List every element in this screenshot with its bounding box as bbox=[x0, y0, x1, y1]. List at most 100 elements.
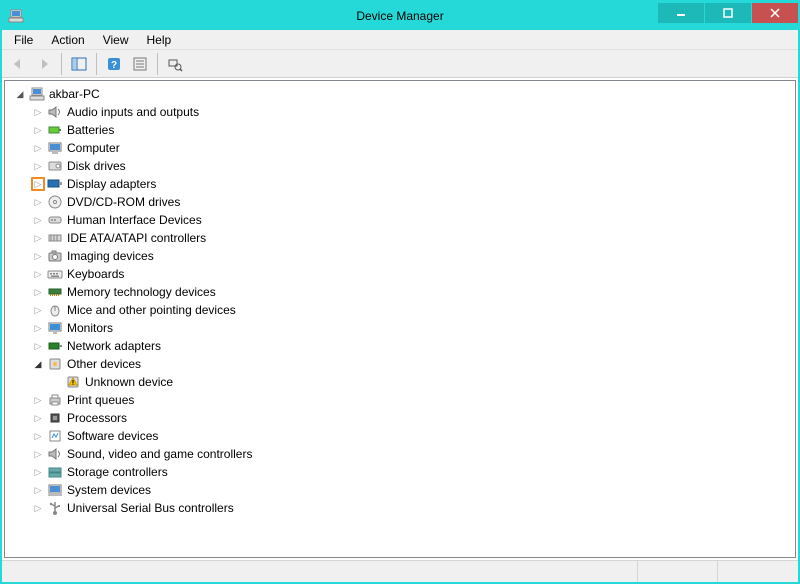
tree-item-label: Monitors bbox=[67, 321, 119, 335]
svg-text:?: ? bbox=[111, 60, 117, 71]
minimize-button[interactable] bbox=[658, 3, 704, 23]
tree-root-node[interactable]: ◢ akbar-PC bbox=[7, 85, 793, 103]
menu-view[interactable]: View bbox=[95, 32, 137, 48]
tree-item-label: Memory technology devices bbox=[67, 285, 222, 299]
tree-item-other[interactable]: ◢Other devices bbox=[7, 355, 793, 373]
tree-item-ide[interactable]: ▷ IDE ATA/ATAPI controllers bbox=[7, 229, 793, 247]
tree-item-mice[interactable]: ▷Mice and other pointing devices bbox=[7, 301, 793, 319]
spacer bbox=[49, 375, 63, 389]
tree-item-label: IDE ATA/ATAPI controllers bbox=[67, 231, 212, 245]
tree-item-label: Software devices bbox=[67, 429, 164, 443]
tree-item-label: Batteries bbox=[67, 123, 120, 137]
device-tree[interactable]: ◢akbar-PC▷Audio inputs and outputs▷Batte… bbox=[4, 80, 796, 558]
expand-icon[interactable]: ▷ bbox=[31, 195, 45, 209]
help-icon: ? bbox=[106, 56, 122, 72]
forward-button[interactable] bbox=[32, 52, 56, 76]
expand-icon[interactable]: ▷ bbox=[31, 267, 45, 281]
tree-item-label: Universal Serial Bus controllers bbox=[67, 501, 240, 515]
tree-item-sound[interactable]: ▷ Sound, video and game controllers bbox=[7, 445, 793, 463]
menu-help[interactable]: Help bbox=[139, 32, 180, 48]
ide-icon bbox=[47, 230, 63, 246]
tree-item-label: Storage controllers bbox=[67, 465, 174, 479]
window-controls bbox=[658, 5, 798, 27]
tree-item-monitors[interactable]: ▷ Monitors bbox=[7, 319, 793, 337]
collapse-icon[interactable]: ◢ bbox=[13, 87, 27, 101]
expand-icon[interactable]: ▷ bbox=[31, 213, 45, 227]
tree-item-disk[interactable]: ▷Disk drives bbox=[7, 157, 793, 175]
other-devices-icon bbox=[47, 356, 63, 372]
expand-icon[interactable]: ▷ bbox=[31, 447, 45, 461]
expand-icon[interactable]: ▷ bbox=[31, 321, 45, 335]
maximize-button[interactable] bbox=[705, 3, 751, 23]
status-cell bbox=[2, 561, 638, 582]
tree-item-label: Human Interface Devices bbox=[67, 213, 208, 227]
properties-icon bbox=[132, 56, 148, 72]
titlebar[interactable]: Device Manager bbox=[2, 2, 798, 30]
tree-item-computer[interactable]: ▷ Computer bbox=[7, 139, 793, 157]
status-cell bbox=[718, 561, 798, 582]
expand-icon[interactable]: ▷ bbox=[31, 411, 45, 425]
tree-item-display[interactable]: ▷Display adapters bbox=[7, 175, 793, 193]
tree-item-dvd[interactable]: ▷DVD/CD-ROM drives bbox=[7, 193, 793, 211]
tree-item-memtech[interactable]: ▷ Memory technology devices bbox=[7, 283, 793, 301]
scan-icon bbox=[167, 56, 183, 72]
tree-item-network[interactable]: ▷Network adapters bbox=[7, 337, 793, 355]
cpu-icon bbox=[47, 410, 63, 426]
tree-item-keyboards[interactable]: ▷Keyboards bbox=[7, 265, 793, 283]
speaker-icon bbox=[47, 104, 63, 120]
expand-icon[interactable]: ▷ bbox=[31, 177, 45, 191]
tree-item-label: Processors bbox=[67, 411, 133, 425]
computer-root-icon bbox=[29, 86, 45, 102]
expand-icon[interactable]: ▷ bbox=[31, 123, 45, 137]
printer-icon bbox=[47, 392, 63, 408]
speaker-icon bbox=[47, 446, 63, 462]
expand-icon[interactable]: ▷ bbox=[31, 429, 45, 443]
tree-item-storage[interactable]: ▷ Storage controllers bbox=[7, 463, 793, 481]
tree-item-software[interactable]: ▷ Software devices bbox=[7, 427, 793, 445]
expand-icon[interactable]: ▷ bbox=[31, 231, 45, 245]
properties-button[interactable] bbox=[128, 52, 152, 76]
tree-item-audio[interactable]: ▷Audio inputs and outputs bbox=[7, 103, 793, 121]
network-icon bbox=[47, 338, 63, 354]
usb-icon bbox=[47, 500, 63, 516]
expand-icon[interactable]: ▷ bbox=[31, 465, 45, 479]
back-button[interactable] bbox=[6, 52, 30, 76]
system-icon bbox=[47, 482, 63, 498]
body-area: ◢akbar-PC▷Audio inputs and outputs▷Batte… bbox=[2, 78, 798, 560]
expand-icon[interactable]: ▷ bbox=[31, 141, 45, 155]
tree-item-system[interactable]: ▷System devices bbox=[7, 481, 793, 499]
tree-item-printq[interactable]: ▷Print queues bbox=[7, 391, 793, 409]
expand-icon[interactable]: ▷ bbox=[31, 159, 45, 173]
close-button[interactable] bbox=[752, 3, 798, 23]
expand-icon[interactable]: ▷ bbox=[31, 393, 45, 407]
tree-item-hid[interactable]: ▷ Human Interface Devices bbox=[7, 211, 793, 229]
device-manager-window: Device Manager File Action View Help bbox=[0, 0, 800, 584]
expand-icon[interactable]: ▷ bbox=[31, 339, 45, 353]
tree-item-batteries[interactable]: ▷ Batteries bbox=[7, 121, 793, 139]
expand-icon[interactable]: ▷ bbox=[31, 249, 45, 263]
expand-icon[interactable]: ▷ bbox=[31, 303, 45, 317]
tree-root-label: akbar-PC bbox=[49, 87, 106, 101]
toolbar-separator bbox=[157, 53, 158, 75]
menu-file[interactable]: File bbox=[6, 32, 41, 48]
tree-item-processors[interactable]: ▷ Processors bbox=[7, 409, 793, 427]
tree-item-imaging[interactable]: ▷Imaging devices bbox=[7, 247, 793, 265]
expand-icon[interactable]: ▷ bbox=[31, 105, 45, 119]
expand-icon[interactable]: ▷ bbox=[31, 483, 45, 497]
statusbar bbox=[2, 560, 798, 582]
tree-item-unknown[interactable]: Unknown device bbox=[7, 373, 793, 391]
tree-item-label: Unknown device bbox=[85, 375, 179, 389]
tree-item-usb[interactable]: ▷ Universal Serial Bus controllers bbox=[7, 499, 793, 517]
collapse-icon[interactable]: ◢ bbox=[31, 357, 45, 371]
panel-icon bbox=[71, 56, 87, 72]
tree-item-label: Computer bbox=[67, 141, 126, 155]
keyboard-icon bbox=[47, 266, 63, 282]
tree-item-label: Sound, video and game controllers bbox=[67, 447, 258, 461]
expand-icon[interactable]: ▷ bbox=[31, 501, 45, 515]
help-button[interactable]: ? bbox=[102, 52, 126, 76]
scan-hardware-button[interactable] bbox=[163, 52, 187, 76]
app-icon bbox=[8, 8, 24, 24]
expand-icon[interactable]: ▷ bbox=[31, 285, 45, 299]
show-hide-console-button[interactable] bbox=[67, 52, 91, 76]
menu-action[interactable]: Action bbox=[43, 32, 92, 48]
